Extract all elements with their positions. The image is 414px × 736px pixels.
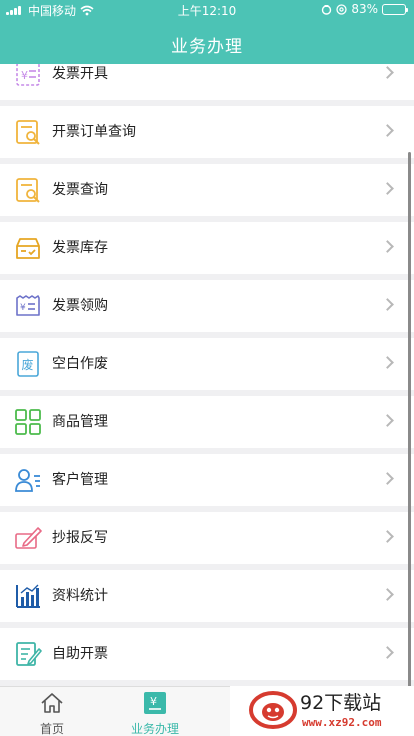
- menu-item-label: 自助开票: [52, 646, 108, 662]
- menu-item-label: 资料统计: [52, 588, 108, 604]
- invoice-search-icon: [16, 178, 40, 203]
- header-bar: 中国移动 上午12:10 83% 业务办理: [0, 0, 414, 64]
- svg-text:¥: ¥: [21, 69, 28, 82]
- at-icon: [336, 3, 347, 15]
- battery-percent: 83%: [351, 2, 378, 16]
- inventory-box-icon: [16, 238, 40, 259]
- chevron-right-icon: [381, 530, 394, 543]
- grid-icon: [15, 409, 41, 435]
- bar-chart-icon: [16, 584, 40, 608]
- chevron-right-icon: [381, 66, 394, 79]
- menu-item-customer[interactable]: 客户管理: [0, 454, 414, 506]
- alarm-lock-icon: [322, 4, 332, 15]
- order-search-icon: [16, 120, 40, 145]
- menu-item-label: 商品管理: [52, 414, 108, 430]
- tab-business-label: 业务办理: [130, 722, 179, 736]
- chevron-right-icon: [381, 356, 394, 369]
- pen-icon: [15, 527, 42, 549]
- invoice-purchase-icon: ¥: [16, 295, 40, 316]
- watermark: 92下载站 www.xz92.com: [230, 686, 414, 736]
- watermark-site: www.xz92.com: [302, 716, 382, 729]
- svg-text:¥: ¥: [20, 303, 26, 313]
- svg-text:¥: ¥: [150, 695, 157, 708]
- void-icon: 废: [17, 351, 39, 377]
- battery-icon: [382, 3, 408, 15]
- menu-item-inventory[interactable]: 发票库存: [0, 222, 414, 274]
- menu-item-statistics[interactable]: 资料统计: [0, 570, 414, 622]
- customer-icon: [15, 469, 40, 492]
- chevron-right-icon: [381, 124, 394, 137]
- tab-home-label: 首页: [39, 722, 64, 736]
- tab-business[interactable]: ¥ 业务办理: [110, 687, 200, 736]
- menu-item-invoice-search[interactable]: 发票查询: [0, 164, 414, 216]
- page-title: 业务办理: [171, 37, 243, 57]
- menu-item-invoice-issue[interactable]: ¥ 发票开具: [0, 64, 414, 100]
- chevron-right-icon: [381, 646, 394, 659]
- menu-item-self-service-invoice[interactable]: 自助开票: [0, 628, 414, 680]
- menu-item-label: 发票库存: [52, 240, 108, 256]
- menu-item-label: 发票开具: [52, 66, 108, 82]
- menu-item-label: 发票领购: [52, 298, 108, 314]
- chevron-right-icon: [381, 414, 394, 427]
- chevron-right-icon: [381, 472, 394, 485]
- menu-item-label: 开票订单查询: [52, 124, 136, 140]
- chevron-right-icon: [381, 240, 394, 253]
- menu-item-label: 发票查询: [52, 182, 108, 198]
- menu-item-label: 抄报反写: [52, 530, 108, 546]
- home-icon: [41, 693, 63, 713]
- watermark-logo-icon: [249, 691, 297, 729]
- business-yen-icon: ¥: [144, 692, 166, 714]
- status-bar: 中国移动 上午12:10 83%: [0, 0, 414, 20]
- chevron-right-icon: [381, 298, 394, 311]
- edit-document-icon: [16, 642, 42, 666]
- menu-item-void[interactable]: 废 空白作废: [0, 338, 414, 390]
- menu-item-label: 客户管理: [52, 472, 108, 488]
- menu-item-copy-report[interactable]: 抄报反写: [0, 512, 414, 564]
- menu-item-label: 空白作废: [52, 356, 108, 372]
- scroll-indicator[interactable]: [408, 152, 411, 686]
- svg-text:废: 废: [22, 357, 34, 372]
- watermark-brand: 92下载站: [300, 692, 382, 714]
- menu-item-goods[interactable]: 商品管理: [0, 396, 414, 448]
- invoice-issue-icon: ¥: [16, 64, 40, 86]
- menu-item-invoice-purchase[interactable]: ¥ 发票领购: [0, 280, 414, 332]
- tab-home[interactable]: 首页: [7, 687, 97, 736]
- menu-item-order-search[interactable]: 开票订单查询: [0, 106, 414, 158]
- chevron-right-icon: [381, 588, 394, 601]
- menu-list[interactable]: ¥ 发票开具 开票订单查询 发票查询 发票库存 ¥ 发票领购 废 空白作废 商品…: [0, 64, 414, 686]
- chevron-right-icon: [381, 182, 394, 195]
